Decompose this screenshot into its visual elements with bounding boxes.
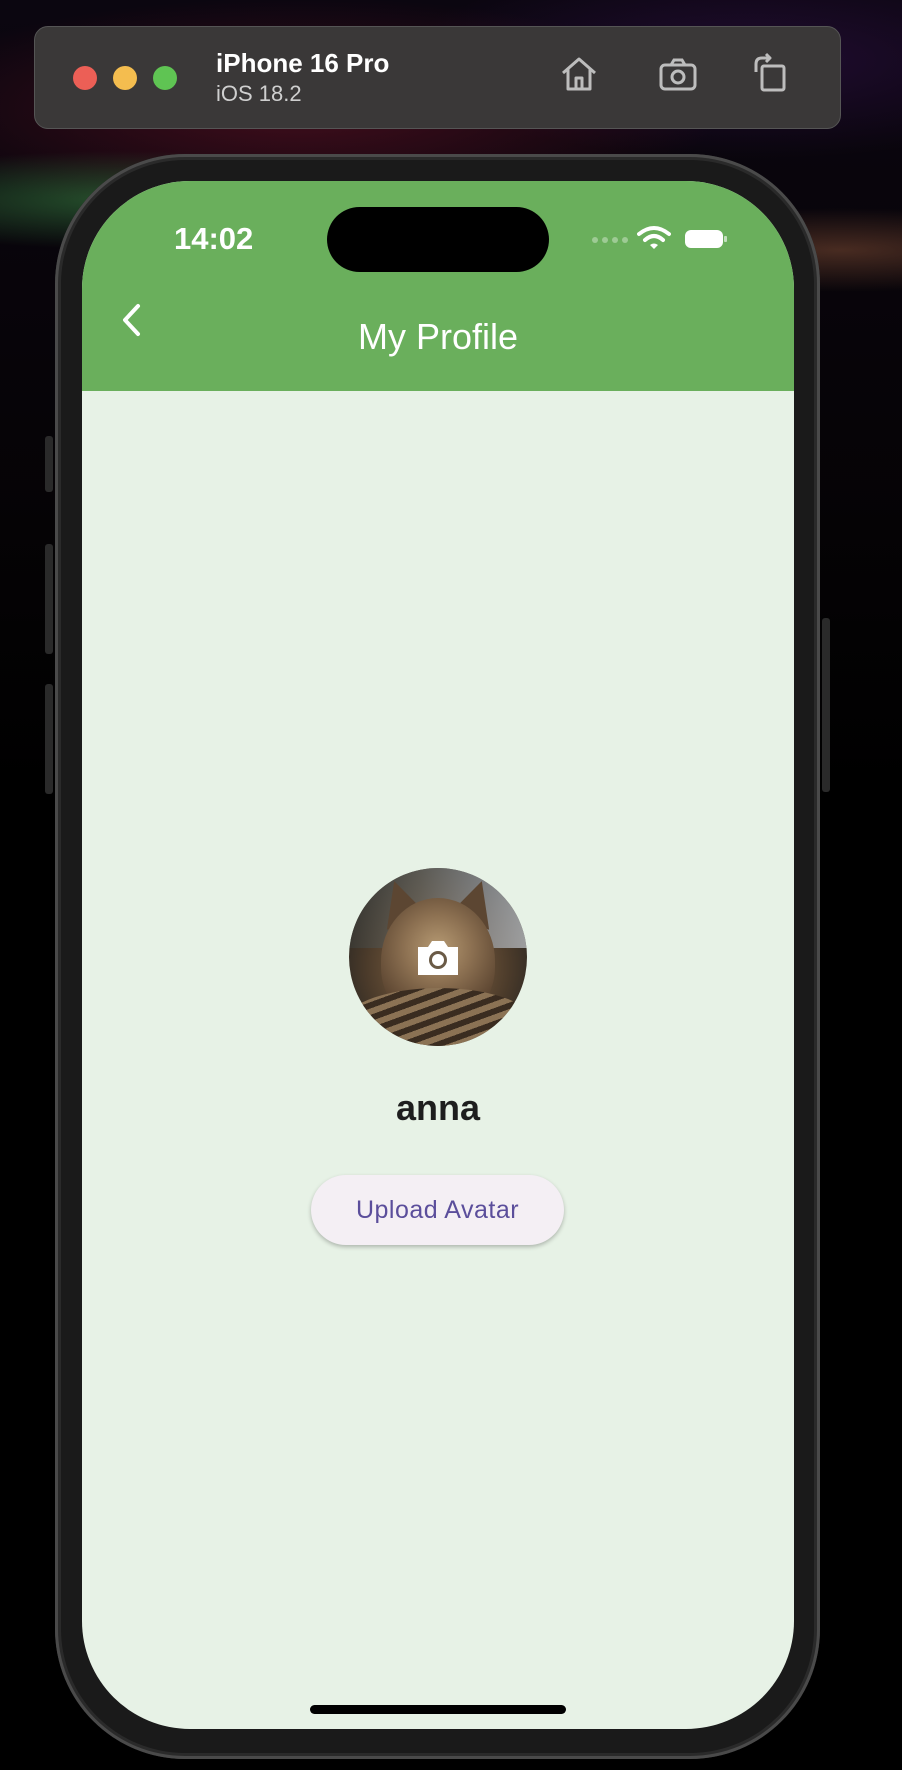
action-button xyxy=(45,436,53,492)
power-button xyxy=(822,618,830,792)
zoom-window-button[interactable] xyxy=(153,66,177,90)
volume-down-button xyxy=(45,684,53,794)
device-name: iPhone 16 Pro xyxy=(216,48,390,78)
status-time: 14:02 xyxy=(174,221,254,256)
camera-icon xyxy=(418,941,458,975)
battery-icon xyxy=(685,230,727,248)
signal-icon xyxy=(592,237,628,243)
dynamic-island xyxy=(327,207,549,272)
home-indicator[interactable] xyxy=(310,1705,566,1714)
close-window-button[interactable] xyxy=(73,66,97,90)
rotate-icon[interactable] xyxy=(748,52,792,96)
volume-up-button xyxy=(45,544,53,654)
screenshot-icon[interactable] xyxy=(656,52,700,96)
page-title: My Profile xyxy=(357,316,519,357)
avatar[interactable] xyxy=(349,868,527,1046)
username-label: anna xyxy=(395,1087,481,1128)
app-bar: 14:02 My Profile xyxy=(82,181,794,391)
wifi-icon xyxy=(637,226,671,249)
device-os-version: iOS 18.2 xyxy=(216,81,302,106)
home-icon[interactable] xyxy=(557,52,601,96)
upload-avatar-button[interactable]: Upload Avatar xyxy=(311,1175,564,1245)
phone-screen: 14:02 My Profile anna Upload Avatar xyxy=(82,181,794,1729)
minimize-window-button[interactable] xyxy=(113,66,137,90)
